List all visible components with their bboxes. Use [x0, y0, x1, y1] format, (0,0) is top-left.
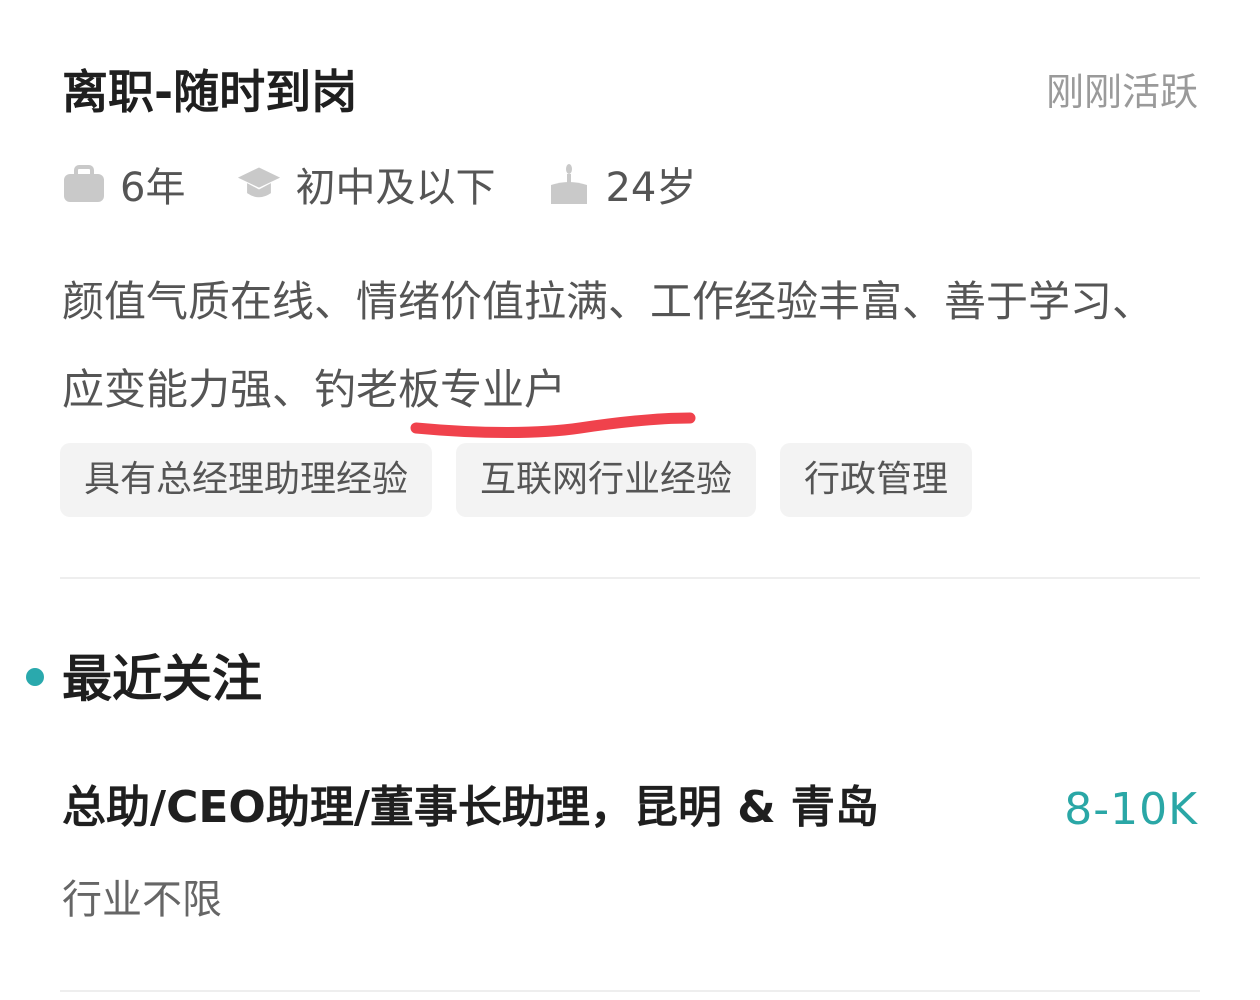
experience-item: 6年 [62, 155, 185, 213]
tag[interactable]: 具有总经理助理经验 [60, 443, 433, 517]
education-item: 初中及以下 [237, 155, 495, 213]
status-title: 离职-随时到岗 [62, 65, 358, 119]
job-title[interactable]: 总助/CEO助理/董事长助理，昆明 & 青岛 [62, 778, 879, 838]
tag[interactable]: 行政管理 [780, 443, 973, 517]
age-item: 24岁 [547, 155, 696, 213]
red-underline-annotation [410, 412, 696, 438]
education-value: 初中及以下 [295, 165, 496, 211]
description-text: 颜值气质在线、情绪价值拉满、工作经验丰富、善于学习、应变能力强、 [62, 277, 1155, 414]
tag[interactable]: 互联网行业经验 [456, 443, 757, 517]
birthday-cake-icon [547, 162, 591, 206]
divider [60, 577, 1200, 579]
skill-tags: 具有总经理助理经验 互联网行业经验 行政管理 [60, 443, 996, 517]
meta-row: 6年 初中及以下 24岁 [62, 154, 748, 214]
section-dot [26, 668, 44, 686]
section-title: 最近关注 [62, 650, 262, 708]
graduation-cap-icon [237, 162, 281, 206]
briefcase-icon [62, 162, 106, 206]
divider [60, 990, 1200, 992]
age-value: 24岁 [605, 165, 697, 211]
industry-label: 行业不限 [62, 877, 222, 923]
experience-value: 6年 [120, 165, 186, 211]
salary-range: 8-10K [1064, 784, 1198, 835]
active-status: 刚刚活跃 [1045, 70, 1198, 114]
